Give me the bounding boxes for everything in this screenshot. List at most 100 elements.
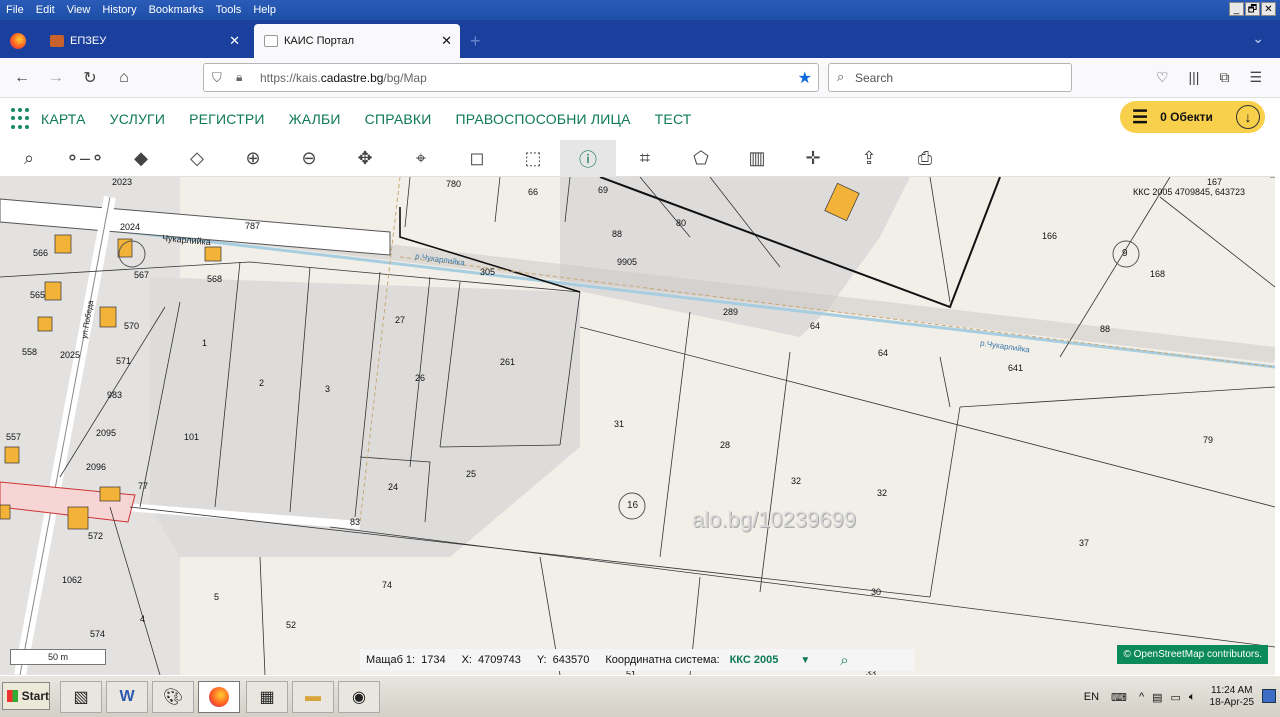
tab-strip: ЕПЗЕУ ✕ КАИС Портал ✕ + ⌄: [0, 20, 1280, 58]
print-area-icon[interactable]: ⌗: [617, 140, 673, 177]
measure-nodes-icon[interactable]: ⚬‒⚬: [57, 140, 113, 177]
clock[interactable]: 11:24 AM 18-Apr-25: [1210, 685, 1254, 709]
print-icon[interactable]: ⎙: [897, 140, 953, 177]
download-arrow-icon[interactable]: ↓: [1236, 105, 1260, 129]
menu-history[interactable]: History: [96, 4, 142, 16]
parcel-number: 2096: [86, 462, 107, 472]
bookmark-star-icon[interactable]: ★: [798, 68, 812, 88]
system-tray: EN ⌨ ^ ▤ ▭ 🔈︎ 11:24 AM 18-Apr-25: [1084, 681, 1280, 713]
parcel-number: 2025: [60, 350, 81, 360]
folder-icon[interactable]: ▬: [292, 681, 334, 713]
hamburger-menu-icon[interactable]: ☰: [1249, 69, 1262, 86]
zoom-in-icon[interactable]: ⊕: [225, 140, 281, 177]
menu-edit[interactable]: Edit: [30, 4, 61, 16]
new-tab-icon[interactable]: +: [460, 24, 490, 58]
export-icon[interactable]: ⇪: [841, 140, 897, 177]
zoom-out-icon[interactable]: ⊖: [281, 140, 337, 177]
menu-bookmarks[interactable]: Bookmarks: [143, 4, 210, 16]
back-arrow-icon[interactable]: ←: [5, 69, 39, 87]
close-tab-icon[interactable]: ✕: [229, 33, 240, 49]
nav-services[interactable]: УСЛУГИ: [110, 111, 165, 127]
network-icon[interactable]: ▤: [1152, 691, 1162, 704]
library-icon[interactable]: |||: [1189, 69, 1200, 86]
info-icon[interactable]: ⓘ: [560, 140, 616, 177]
menu-view[interactable]: View: [61, 4, 97, 16]
notifications-icon[interactable]: [1262, 689, 1276, 703]
attribution[interactable]: © OpenStreetMap contributors.: [1117, 645, 1268, 664]
map-status-bar: Мащаб 1: 1734 X: 4709743 Y: 643570 Коорд…: [360, 649, 915, 671]
epzeu-favicon-icon: [50, 35, 64, 47]
nav-map[interactable]: КАРТА: [41, 111, 86, 127]
search-icon: ⌕: [837, 69, 845, 84]
parcel-number: 66: [528, 187, 539, 197]
tab-list-chevron-icon[interactable]: ⌄: [1252, 30, 1264, 47]
polygon-icon[interactable]: ⬠: [673, 140, 729, 177]
layers-outline-icon[interactable]: ◇: [169, 140, 225, 177]
crosshair-icon[interactable]: ✛: [785, 140, 841, 177]
pro-app-icon[interactable]: ◉: [338, 681, 380, 713]
parcel-number: 88: [612, 229, 623, 239]
windows-flag-icon: [7, 690, 18, 702]
nav-registers[interactable]: РЕГИСТРИ: [189, 111, 265, 127]
parcel-number: 568: [207, 274, 223, 284]
tab-epzeu[interactable]: ЕПЗЕУ ✕: [40, 24, 248, 58]
draw-rectangle-icon[interactable]: ◻: [449, 140, 505, 177]
nav-licensed-persons[interactable]: ПРАВОСПОСОБНИ ЛИЦА: [456, 111, 631, 127]
cadastral-map[interactable]: [0, 177, 1275, 675]
apps-grid-icon[interactable]: [11, 108, 33, 130]
restore-button[interactable]: 🗗: [1245, 2, 1260, 16]
parcel-number: 4: [140, 614, 146, 624]
nav-references[interactable]: СПРАВКИ: [365, 111, 432, 127]
extensions-icon[interactable]: ⧉: [1219, 69, 1229, 86]
pan-icon[interactable]: ✥: [337, 140, 393, 177]
firefox-icon[interactable]: [198, 681, 240, 713]
search-input[interactable]: ⌕ Search: [828, 63, 1072, 92]
dropdown-arrow-icon[interactable]: ▼: [800, 655, 810, 666]
app-generic-icon[interactable]: ▧: [60, 681, 102, 713]
firefox-menu-icon[interactable]: [0, 24, 40, 58]
tray-chevron-icon[interactable]: ^: [1139, 691, 1144, 703]
tab-kais-portal[interactable]: КАИС Портал ✕: [254, 24, 460, 58]
parcel-number: 1062: [62, 575, 83, 585]
search-icon[interactable]: ⌕: [840, 652, 848, 669]
parcel-number: 9905: [617, 257, 638, 267]
calculator-icon[interactable]: ▦: [246, 681, 288, 713]
map-canvas[interactable]: Чукарлийка р.Чукарлийка р.Чукарлийка ул.…: [0, 177, 1275, 675]
home-icon[interactable]: ⌂: [107, 69, 141, 87]
close-window-button[interactable]: ✕: [1261, 2, 1276, 16]
volume-icon[interactable]: 🔈︎: [1189, 691, 1196, 704]
lock-icon[interactable]: 🔒︎: [236, 70, 242, 85]
pocket-icon[interactable]: ♡: [1156, 69, 1169, 86]
menu-tools[interactable]: Tools: [210, 4, 248, 16]
shield-icon[interactable]: ⛉: [212, 70, 222, 86]
x-label: X:: [461, 654, 472, 666]
nav-complaints[interactable]: ЖАЛБИ: [289, 111, 341, 127]
parcel-number: 101: [184, 432, 200, 442]
close-tab-icon[interactable]: ✕: [441, 33, 452, 49]
keyboard-icon[interactable]: ⌨: [1111, 691, 1127, 704]
crs-select[interactable]: ККС 2005: [730, 654, 779, 666]
minimize-button[interactable]: _: [1229, 2, 1244, 16]
paint-icon[interactable]: 🎨︎: [152, 681, 194, 713]
circled-block-label: 9: [1122, 248, 1128, 259]
menu-file[interactable]: File: [0, 4, 30, 16]
search-icon[interactable]: ⌕: [1, 140, 57, 177]
menu-help[interactable]: Help: [247, 4, 282, 16]
reload-icon[interactable]: ↻: [73, 68, 107, 88]
forward-arrow-icon[interactable]: →: [39, 69, 73, 87]
location-pin-icon[interactable]: ⌖: [393, 140, 449, 177]
word-icon[interactable]: W: [106, 681, 148, 713]
nav-test[interactable]: ТЕСТ: [655, 111, 692, 127]
parcel-number: 166: [1042, 231, 1058, 241]
layers-filled-icon[interactable]: ◆: [113, 140, 169, 177]
language-indicator[interactable]: EN: [1084, 691, 1099, 703]
parcel-number: 37: [1079, 538, 1090, 548]
objects-button[interactable]: ☰ 0 Обекти ↓: [1120, 101, 1265, 133]
start-button[interactable]: Start: [2, 682, 50, 710]
url-bar[interactable]: ⛉ 🔒︎ https://kais.cadastre.bg/bg/Map ★: [203, 63, 819, 92]
map-icon[interactable]: ▥: [729, 140, 785, 177]
select-area-icon[interactable]: ⬚: [505, 140, 561, 177]
parcel-number: 64: [878, 348, 889, 358]
parcel-number: 558: [22, 347, 38, 357]
power-icon[interactable]: ▭: [1171, 691, 1181, 704]
